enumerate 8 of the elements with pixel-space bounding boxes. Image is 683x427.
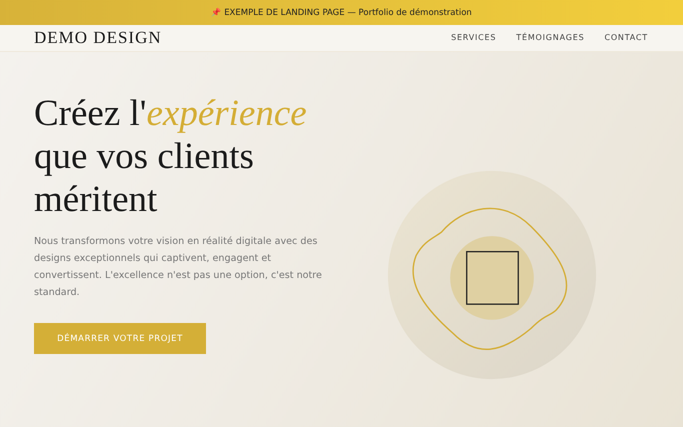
- nav-link[interactable]: CONTACT: [604, 33, 648, 42]
- nav-link[interactable]: TÉMOIGNAGES: [516, 33, 584, 42]
- hero-paragraph: Nous transformons votre vision en réalité digitale avec des designs exceptionnels qui captivent, engagent et convertissent. L'excellence n'est pas une option, c'est notre standard.: [34, 235, 323, 300]
- banner-text: EXEMPLE DE LANDING PAGE — Portfolio de démonstration: [224, 8, 472, 18]
- logo[interactable]: DEMO DESIGN: [34, 28, 162, 48]
- nav-link[interactable]: SERVICES: [451, 33, 496, 42]
- hero-heading: Créez l'expérience que vos clients méritent: [34, 92, 308, 221]
- pin-icon: 📌: [211, 8, 222, 17]
